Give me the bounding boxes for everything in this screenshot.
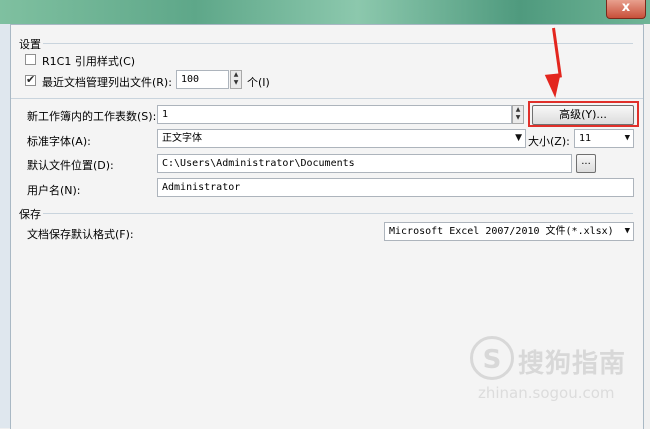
browse-button[interactable]: ... [576, 154, 596, 173]
r1c1-label: R1C1 引用样式(C) [42, 55, 136, 68]
chevron-down-icon: ▼ [624, 226, 630, 236]
username-label: 用户名(N): [27, 184, 81, 197]
annotation-arrow-head [544, 73, 564, 99]
sheets-count-input[interactable]: 1 [157, 105, 512, 124]
standard-font-label: 标准字体(A): [27, 135, 91, 148]
standard-font-select[interactable]: 正文字体 ▼ [157, 129, 526, 148]
font-size-label: 大小(Z): [528, 135, 570, 148]
sheets-count-label: 新工作簿内的工作表数(S): [27, 110, 157, 123]
default-format-label: 文档保存默认格式(F): [27, 228, 134, 241]
window-titlebar [0, 0, 650, 24]
close-button[interactable]: x [606, 0, 646, 19]
left-panel-edge [0, 24, 10, 428]
sheets-count-spinner[interactable]: ▲ ▼ [512, 105, 524, 124]
r1c1-checkbox[interactable] [25, 54, 36, 65]
watermark-url: zhinan.sogou.com [478, 384, 615, 402]
default-format-select[interactable]: Microsoft Excel 2007/2010 文件(*.xlsx) ▼ [384, 222, 634, 241]
highlight-box [528, 101, 639, 127]
recent-files-unit: 个(I) [247, 76, 270, 89]
chevron-down-icon: ▼ [515, 133, 522, 143]
save-section-title: 保存 [19, 208, 41, 221]
settings-divider [43, 43, 633, 44]
watermark-text: 搜狗指南 [518, 349, 627, 379]
settings-section-title: 设置 [19, 38, 41, 51]
recent-files-spinner[interactable]: ▲ ▼ [230, 70, 242, 89]
sogou-logo-icon: S [470, 336, 514, 380]
recent-files-label: 最近文档管理列出文件(R): [42, 76, 172, 89]
default-location-input[interactable]: C:\Users\Administrator\Documents [157, 154, 572, 173]
recent-files-count-input[interactable]: 100 [176, 70, 229, 89]
default-location-label: 默认文件位置(D): [27, 159, 114, 172]
font-size-select[interactable]: 11 ▼ [574, 129, 634, 148]
recent-files-checkbox[interactable] [25, 73, 36, 86]
default-format-value: Microsoft Excel 2007/2010 文件(*.xlsx) [389, 226, 614, 237]
username-input[interactable]: Administrator [157, 178, 634, 197]
chevron-down-icon: ▼ [624, 133, 630, 143]
font-size-value: 11 [579, 133, 592, 144]
save-divider [43, 213, 633, 214]
standard-font-value: 正文字体 [162, 133, 202, 144]
